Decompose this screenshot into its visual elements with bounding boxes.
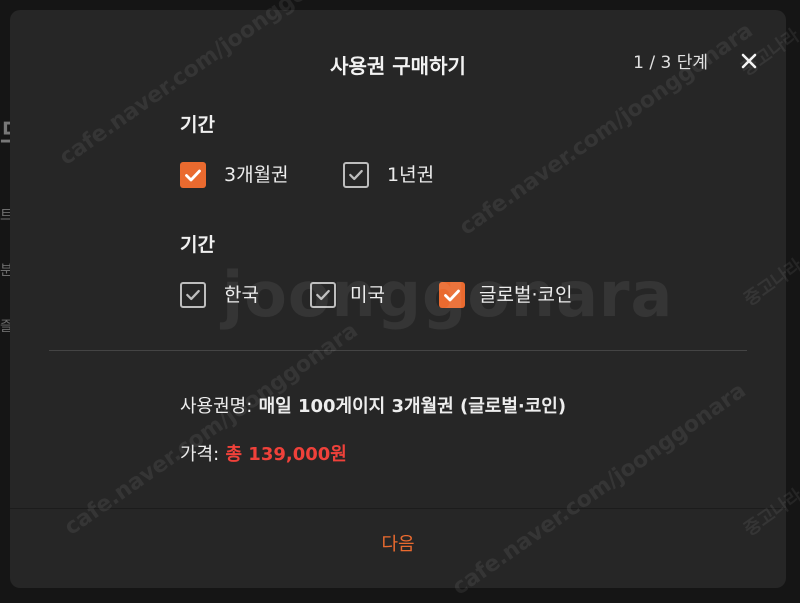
pass-name-row: 사용권명: 매일 100게이지 3개월권 (글로벌·코인) [180, 394, 566, 420]
checkbox-checked[interactable] [180, 162, 206, 188]
option-label: 글로벌·코인 [479, 284, 573, 306]
option-usa[interactable]: 미국 [310, 282, 385, 308]
check-icon [349, 169, 363, 181]
checkbox-unchecked[interactable] [180, 282, 206, 308]
price-label: 가격: [180, 444, 220, 465]
option-global-coin[interactable]: 글로벌·코인 [439, 282, 572, 308]
close-icon [741, 53, 757, 69]
option-label: 미국 [350, 284, 385, 306]
checkbox-unchecked[interactable] [343, 162, 369, 188]
pass-name-value: 매일 100게이지 3개월권 (글로벌·코인) [258, 396, 567, 417]
option-1-year[interactable]: 1년권 [343, 162, 434, 188]
pass-name-label: 사용권명: [180, 396, 253, 417]
check-icon [316, 289, 330, 301]
period-section-label: 기간 [180, 114, 215, 136]
price-value: 총 139,000원 [225, 444, 347, 465]
step-indicator: 1 / 3 단계 [633, 53, 708, 73]
footer-divider [10, 508, 786, 509]
option-label: 1년권 [387, 164, 435, 186]
checkbox-checked[interactable] [439, 282, 465, 308]
next-button[interactable]: 다음 [10, 532, 786, 558]
option-korea[interactable]: 한국 [180, 282, 259, 308]
section-divider [49, 350, 747, 351]
check-icon [185, 169, 201, 181]
option-label: 3개월권 [224, 164, 289, 186]
check-icon [444, 289, 460, 301]
region-section-label: 기간 [180, 234, 215, 256]
purchase-modal: 사용권 구매하기 1 / 3 단계 기간 3개월권 1년권 기간 한국 미국 글… [10, 10, 786, 588]
checkbox-unchecked[interactable] [310, 282, 336, 308]
option-label: 한국 [224, 284, 259, 306]
check-icon [186, 289, 200, 301]
close-button[interactable] [734, 46, 764, 76]
option-3-month[interactable]: 3개월권 [180, 162, 289, 188]
price-row: 가격: 총 139,000원 [180, 442, 347, 468]
